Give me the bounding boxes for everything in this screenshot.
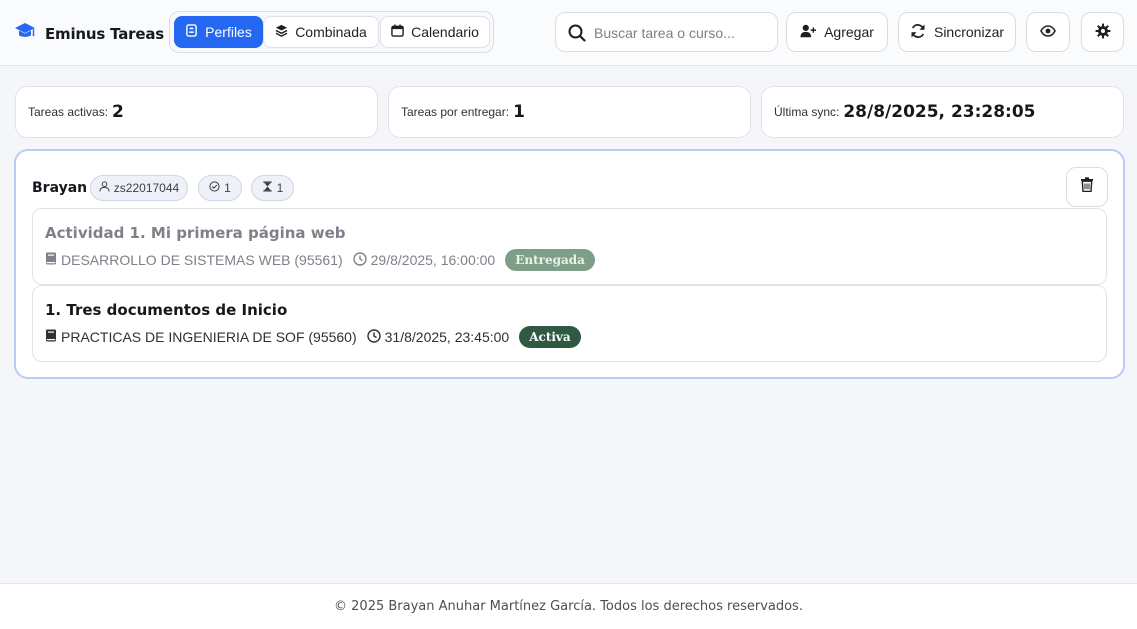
- book-icon: [45, 329, 61, 345]
- pending-count: 1: [276, 181, 284, 195]
- stat-active-label: Tareas activas:: [28, 105, 109, 119]
- search-box: [555, 12, 778, 52]
- clock-icon: [352, 251, 371, 269]
- task-meta: PRACTICAS DE INGENIERIA DE SOF (95560) 3…: [45, 326, 581, 348]
- task-item[interactable]: Actividad 1. Mi primera página web DESAR…: [32, 208, 1107, 285]
- add-button[interactable]: Agregar: [786, 12, 888, 52]
- stat-due-tasks: Tareas por entregar: 1: [388, 86, 751, 138]
- completed-count: 1: [224, 181, 231, 195]
- stat-active-value: 2: [112, 102, 124, 122]
- copyright-text: © 2025 Brayan Anuhar Martínez García. To…: [334, 599, 803, 614]
- settings-button[interactable]: [1081, 12, 1124, 52]
- user-chip-label: zs22017044: [113, 181, 180, 195]
- tab-perfiles-label: Perfiles: [205, 24, 252, 40]
- task-due-date: 31/8/2025, 23:45:00: [384, 329, 510, 345]
- task-due-date: 29/8/2025, 16:00:00: [370, 252, 496, 268]
- clock-icon: [366, 328, 385, 346]
- add-button-label: Agregar: [824, 24, 874, 40]
- app-header: Eminus Tareas Perfiles Combinada Calenda…: [0, 0, 1137, 66]
- profile-card: Brayan zs22017044 1 1 Actividad 1. Mi pr…: [14, 149, 1125, 379]
- footer: © 2025 Brayan Anuhar Martínez García. To…: [0, 583, 1137, 629]
- sync-button[interactable]: Sincronizar: [898, 12, 1016, 52]
- sync-icon: [910, 23, 926, 42]
- search-input[interactable]: [594, 22, 769, 44]
- stat-sync-label: Última sync:: [774, 105, 840, 119]
- user-chip: zs22017044: [90, 175, 188, 201]
- calendar-icon: [391, 24, 404, 40]
- task-due: 29/8/2025, 16:00:00: [352, 251, 496, 269]
- tab-combinada[interactable]: Combinada: [263, 16, 379, 48]
- completed-count-chip: 1: [198, 175, 242, 201]
- pending-count-chip: 1: [251, 175, 294, 201]
- user-icon: [99, 181, 110, 195]
- add-user-icon: [800, 23, 817, 42]
- task-title: Actividad 1. Mi primera página web: [45, 224, 346, 242]
- task-course: PRACTICAS DE INGENIERIA DE SOF (95560): [61, 329, 357, 345]
- eye-icon: [1040, 23, 1056, 42]
- task-meta: DESARROLLO DE SISTEMAS WEB (95561) 29/8/…: [45, 249, 595, 271]
- sync-button-label: Sincronizar: [933, 24, 1005, 40]
- status-badge: Activa: [519, 326, 581, 348]
- delete-profile-button[interactable]: [1066, 167, 1108, 207]
- task-course: DESARROLLO DE SISTEMAS WEB (95561): [61, 252, 343, 268]
- tab-perfiles[interactable]: Perfiles: [174, 16, 263, 48]
- task-item[interactable]: 1. Tres documentos de Inicio PRACTICAS D…: [32, 285, 1107, 362]
- profile-name: Brayan: [32, 180, 88, 196]
- check-circle-icon: [209, 181, 220, 195]
- stat-active-tasks: Tareas activas: 2: [15, 86, 378, 138]
- trash-icon: [1080, 177, 1094, 197]
- tab-combinada-label: Combinada: [295, 24, 367, 40]
- gear-icon: [1095, 23, 1111, 42]
- task-due: 31/8/2025, 23:45:00: [366, 328, 510, 346]
- stat-last-sync: Última sync: 28/8/2025, 23:28:05: [761, 86, 1124, 138]
- view-switcher: Perfiles Combinada Calendario: [169, 11, 494, 53]
- stat-sync-value: 28/8/2025, 23:28:05: [843, 102, 1036, 122]
- task-title: 1. Tres documentos de Inicio: [45, 301, 288, 319]
- stat-due-value: 1: [513, 102, 525, 122]
- app-title: Eminus Tareas: [45, 24, 164, 43]
- layers-icon: [275, 24, 288, 40]
- status-badge: Entregada: [505, 249, 595, 271]
- tab-calendario[interactable]: Calendario: [380, 16, 490, 48]
- id-badge-icon: [185, 24, 198, 40]
- tab-calendario-label: Calendario: [411, 24, 479, 40]
- stat-due-label: Tareas por entregar:: [401, 105, 510, 119]
- hourglass-icon: [262, 181, 273, 195]
- book-icon: [45, 252, 61, 268]
- brand: Eminus Tareas: [14, 22, 164, 45]
- visibility-toggle-button[interactable]: [1026, 12, 1070, 52]
- graduation-cap-icon: [14, 22, 36, 45]
